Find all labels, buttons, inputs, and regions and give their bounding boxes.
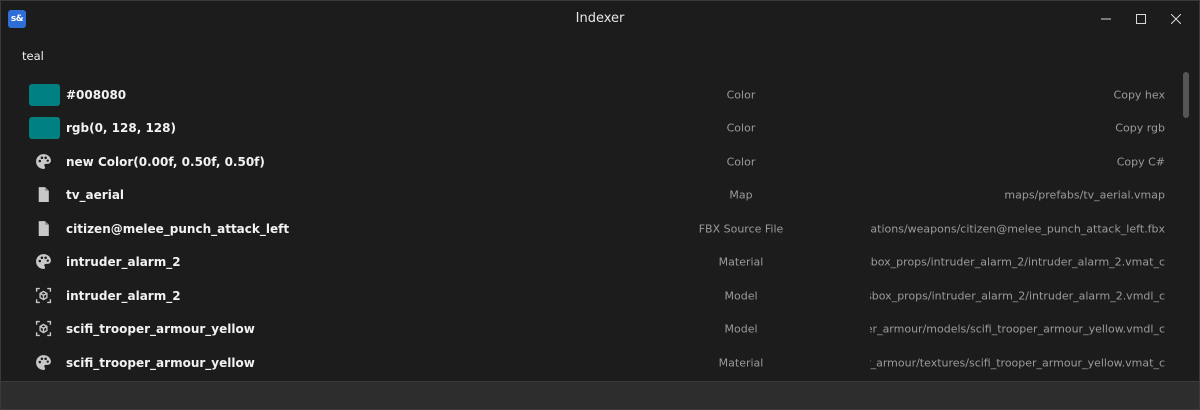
status-bar	[1, 381, 1199, 409]
result-action[interactable]: sbox_props/intruder_alarm_2/intruder_ala…	[870, 289, 1165, 302]
result-row[interactable]: scifi_trooper_armour_yellow Model er_armou…	[1, 313, 1181, 347]
result-action-text: Copy C#	[1116, 155, 1165, 169]
color-swatch	[29, 117, 60, 140]
result-row[interactable]: tv_aerial Map maps/prefabs/tv_aerial.vmap	[1, 179, 1181, 213]
result-name: rgb(0, 128, 128)	[66, 121, 176, 136]
result-action[interactable]: maps/prefabs/tv_aerial.vmap	[1004, 189, 1165, 202]
result-action-text: er_armour/models/scifi_trooper_armour_ye…	[870, 322, 1165, 336]
result-type: Model	[724, 289, 758, 303]
result-action[interactable]: r_armour/textures/scifi_trooper_armour_y…	[870, 356, 1165, 369]
file-icon	[35, 186, 53, 204]
result-action[interactable]: Copy hex	[1114, 88, 1165, 101]
result-row[interactable]: scifi_trooper_armour_yellow Material r_arm…	[1, 346, 1181, 380]
result-action-text: Copy rgb	[1115, 121, 1165, 135]
result-name: intruder_alarm_2	[66, 288, 181, 303]
close-icon	[1171, 14, 1181, 24]
result-name: #008080	[66, 87, 127, 102]
results-scrollbar[interactable]	[1181, 69, 1195, 381]
close-button[interactable]	[1153, 1, 1199, 37]
color-swatch-fill	[29, 83, 60, 106]
indexer-window: s& Indexer #008080 Color Copy hex rgb(0, 12…	[0, 0, 1200, 410]
result-name: scifi_trooper_armour_yellow	[66, 355, 255, 370]
result-action-text: sbox_props/intruder_alarm_2/intruder_ala…	[870, 289, 1165, 303]
result-type: Color	[726, 155, 756, 169]
result-type: Model	[724, 322, 758, 336]
model-icon	[35, 320, 53, 338]
minimize-icon	[1101, 18, 1111, 20]
result-type: Color	[726, 121, 756, 135]
result-action-text: maps/prefabs/tv_aerial.vmap	[1004, 188, 1165, 202]
search-input[interactable]	[22, 47, 322, 65]
color-swatch	[29, 83, 60, 106]
window-title: Indexer	[575, 11, 625, 26]
result-action-text: ations/weapons/citizen@melee_punch_attac…	[870, 222, 1165, 236]
file-icon	[35, 220, 53, 238]
result-name: new Color(0.00f, 0.50f, 0.50f)	[66, 154, 265, 169]
model-icon	[35, 287, 53, 305]
scrollbar-thumb[interactable]	[1183, 72, 1189, 118]
palette-icon	[35, 354, 53, 372]
result-type: Material	[718, 255, 764, 269]
result-action-text: r_armour/textures/scifi_trooper_armour_y…	[870, 356, 1165, 370]
result-action[interactable]: er_armour/models/scifi_trooper_armour_ye…	[870, 323, 1165, 336]
result-row[interactable]: intruder_alarm_2 Material sbox_props/intru…	[1, 246, 1181, 280]
title-bar[interactable]: s& Indexer	[1, 1, 1199, 37]
result-action[interactable]: Copy rgb	[1115, 122, 1165, 135]
palette-icon	[35, 253, 53, 271]
result-name: intruder_alarm_2	[66, 255, 181, 270]
result-action-text: Copy hex	[1113, 88, 1165, 102]
result-type: FBX Source File	[698, 222, 784, 236]
result-row[interactable]: citizen@melee_punch_attack_left FBX Sourc…	[1, 212, 1181, 246]
result-type: Map	[729, 188, 753, 202]
results-list: #008080 Color Copy hex rgb(0, 128, 128) Colo…	[1, 78, 1181, 381]
result-row[interactable]: #008080 Color Copy hex	[1, 78, 1181, 112]
result-action-text: sbox_props/intruder_alarm_2/intruder_ala…	[870, 255, 1165, 269]
result-name: scifi_trooper_armour_yellow	[66, 322, 255, 337]
result-name: citizen@melee_punch_attack_left	[66, 221, 290, 236]
result-action[interactable]: sbox_props/intruder_alarm_2/intruder_ala…	[870, 256, 1165, 269]
color-swatch-fill	[29, 117, 60, 140]
result-row[interactable]: intruder_alarm_2 Model sbox_props/intruder…	[1, 279, 1181, 313]
result-type: Color	[726, 88, 756, 102]
result-row[interactable]: rgb(0, 128, 128) Color Copy rgb	[1, 112, 1181, 146]
palette-icon	[35, 153, 53, 171]
maximize-icon	[1136, 14, 1146, 24]
result-name: tv_aerial	[66, 188, 125, 203]
result-type: Material	[718, 356, 764, 370]
result-row[interactable]: new Color(0.00f, 0.50f, 0.50f) Color Copy …	[1, 145, 1181, 179]
result-action[interactable]: ations/weapons/citizen@melee_punch_attac…	[870, 222, 1165, 235]
result-action[interactable]: Copy C#	[1117, 155, 1165, 168]
